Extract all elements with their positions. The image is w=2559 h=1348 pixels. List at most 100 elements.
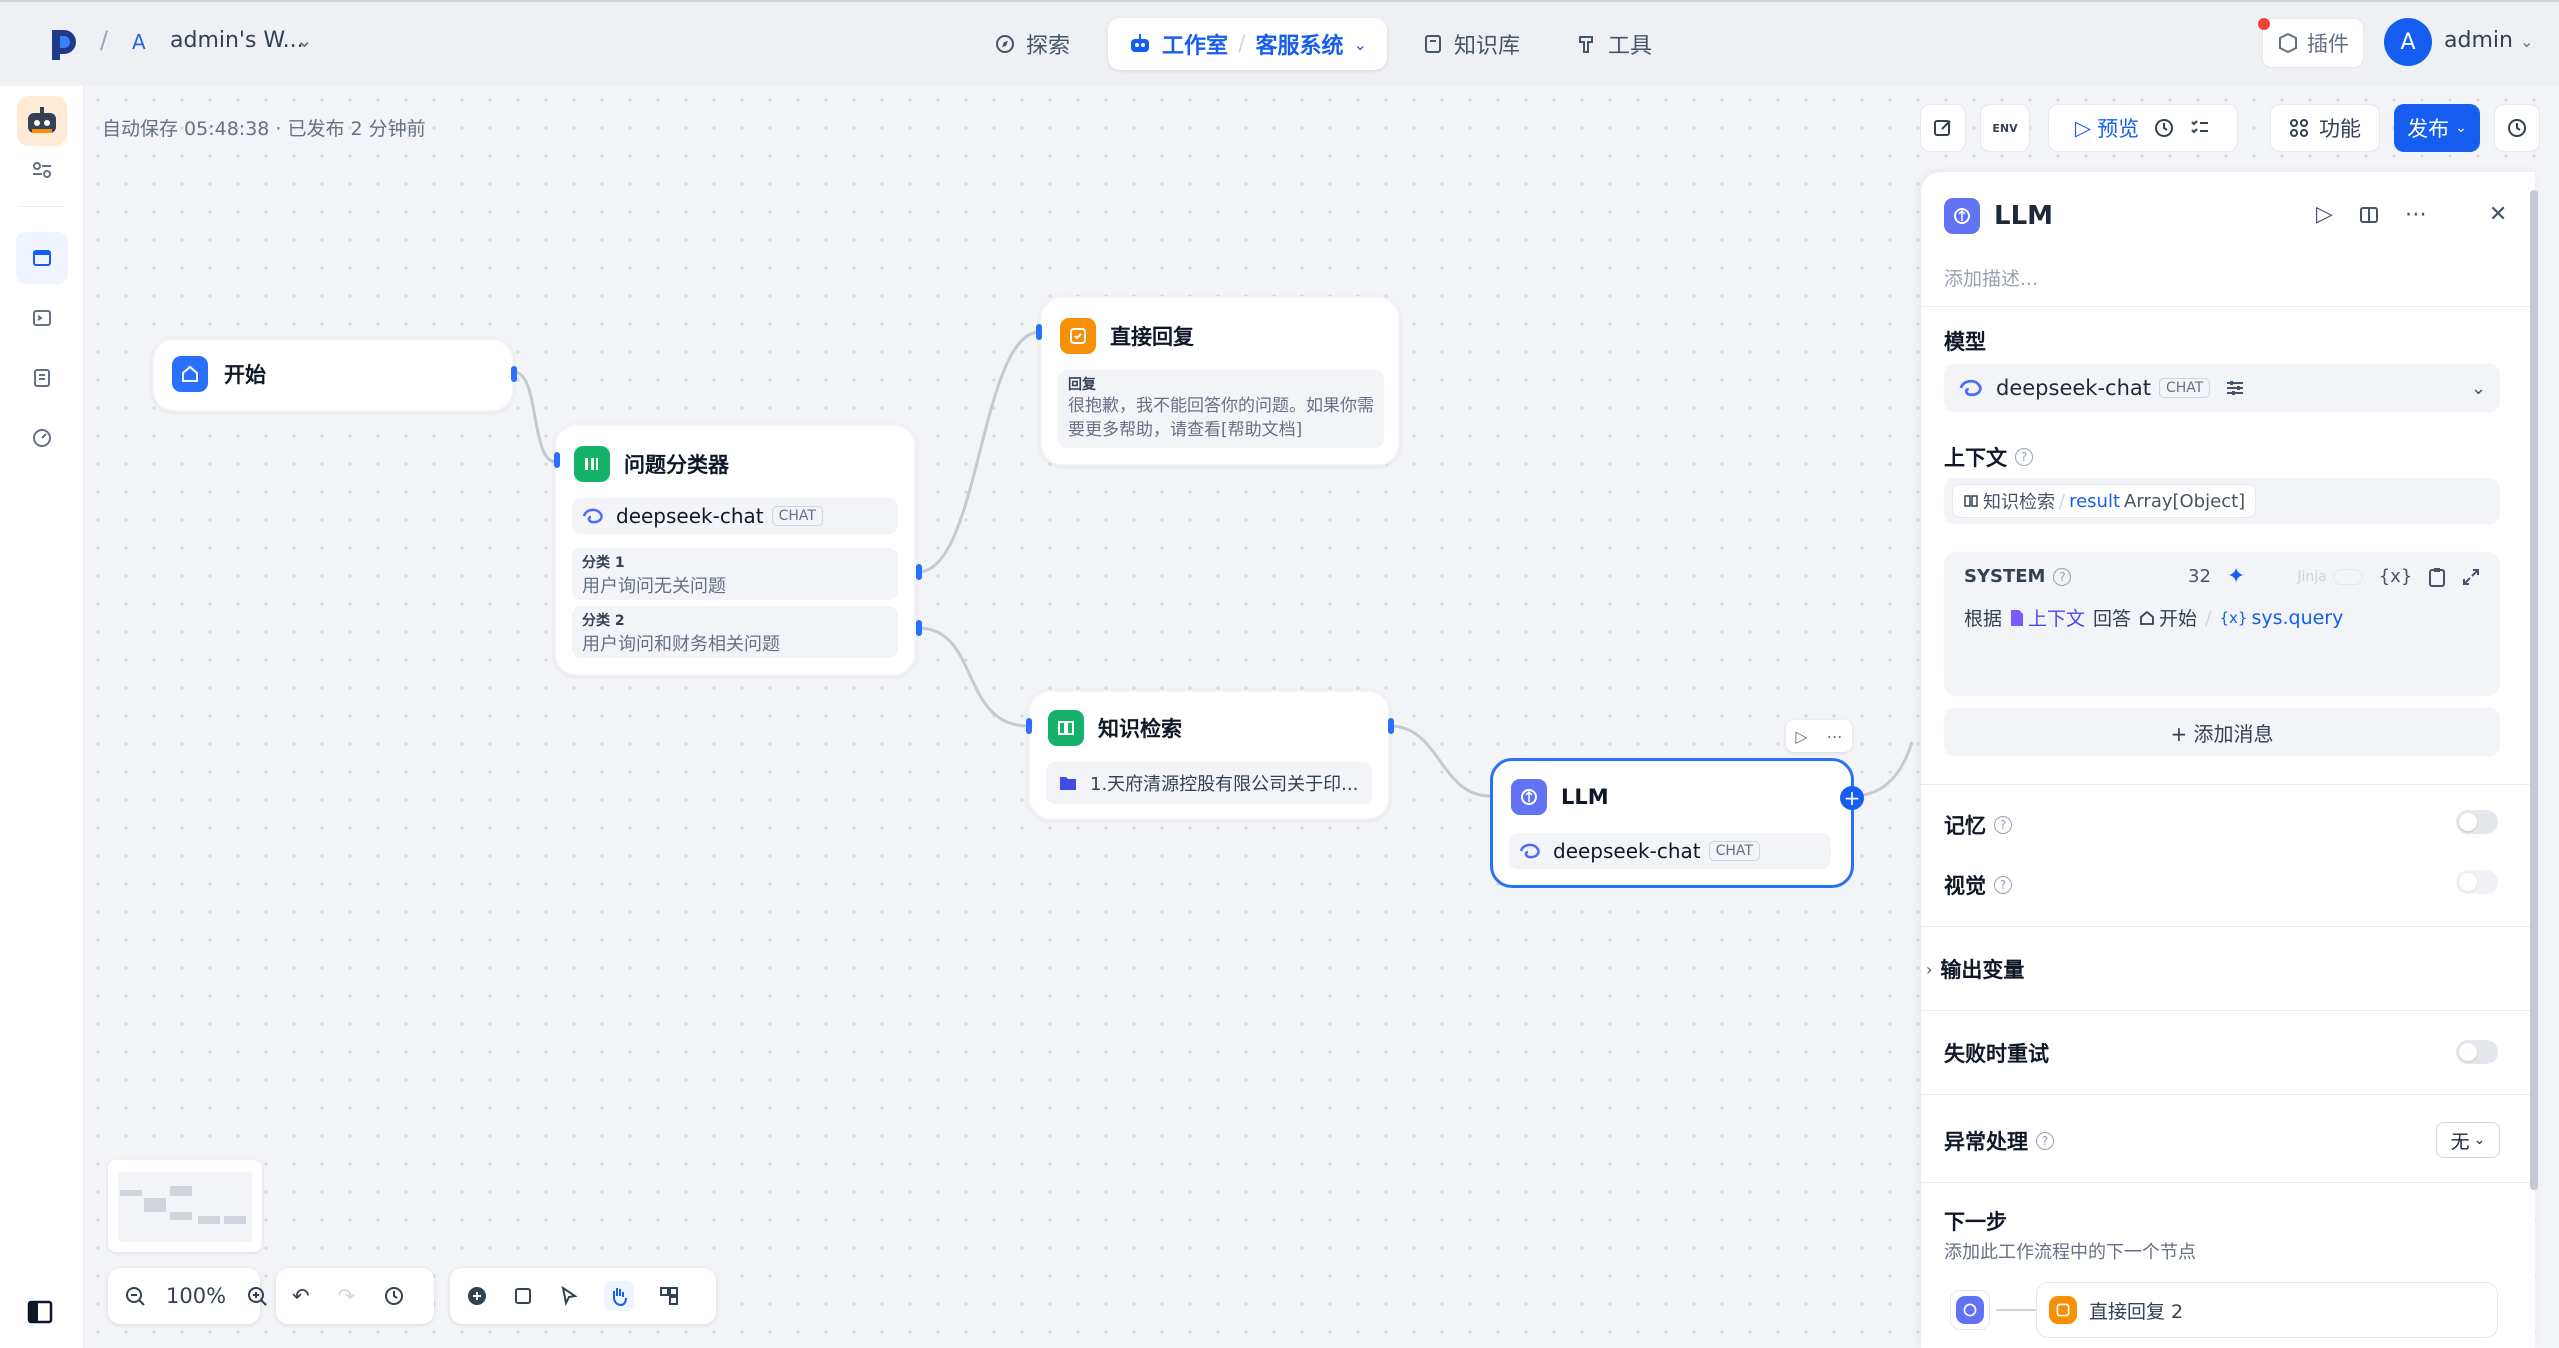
organize-blocks-icon[interactable] <box>658 1285 680 1307</box>
node-config-panel <box>1921 172 2535 1348</box>
help-icon[interactable]: ? <box>2015 448 2033 466</box>
current-node-icon <box>1950 1290 1990 1330</box>
run-node-icon[interactable]: ▷ <box>2316 202 2333 227</box>
node-classifier-title: 问题分类器 <box>624 453 729 477</box>
prompt-text-2: 回答 <box>2093 608 2132 630</box>
next-step-label: 下一步 <box>1944 1210 2007 1234</box>
minimap[interactable] <box>108 1160 262 1252</box>
sliders-icon[interactable] <box>2224 377 2246 399</box>
panel-title[interactable]: LLM <box>1994 201 2053 231</box>
answer-text: 很抱歉，我不能回答你的问题。如果你需要更多帮助，请查看[帮助文档] <box>1068 396 1374 440</box>
node-start-title: 开始 <box>224 363 266 387</box>
help-icon[interactable]: ? <box>2036 1132 2054 1150</box>
system-prompt-editor[interactable]: SYSTEM ? 32 ✦ Jinja {x} 根据 上下文 回答 开始 / {… <box>1944 552 2500 696</box>
chevron-right-icon: › <box>1926 959 1933 979</box>
vision-toggle[interactable] <box>2456 870 2498 894</box>
apps-icon <box>2289 118 2309 138</box>
node-retrieval-target-handle[interactable] <box>1026 718 1032 734</box>
context-field[interactable]: 知识检索 / result Array[Object] <box>1944 478 2500 524</box>
node-answer-target-handle[interactable] <box>1036 324 1042 340</box>
hand-icon[interactable] <box>604 1281 634 1311</box>
error-handling-select[interactable]: 无 ⌄ <box>2436 1122 2500 1158</box>
play-icon[interactable]: ▷ <box>1795 727 1807 746</box>
node-start[interactable]: 开始 <box>152 338 514 412</box>
output-variables-row[interactable]: › 输出变量 <box>1926 954 2024 984</box>
retry-toggle[interactable] <box>2456 1040 2498 1064</box>
version-history-icon[interactable] <box>2494 104 2540 152</box>
publish-button[interactable]: 发布 ⌄ <box>2394 104 2480 152</box>
prompt-var-ref[interactable]: sys.query <box>2251 607 2343 629</box>
model-name: deepseek-chat <box>616 504 764 528</box>
node-classifier-model: deepseek-chat CHAT <box>572 498 898 534</box>
model-selector[interactable]: deepseek-chat CHAT ⌄ <box>1944 364 2500 412</box>
node-retrieval-source-handle[interactable] <box>1388 718 1394 734</box>
memory-row: 记忆 ? <box>1944 810 2012 840</box>
scrollbar-thumb[interactable] <box>2530 190 2538 1190</box>
add-note-icon[interactable] <box>512 1285 534 1307</box>
help-icon[interactable]: ? <box>1994 876 2012 894</box>
preview-toolbar: ▷ 预览 <box>2048 104 2238 152</box>
home-icon <box>172 356 208 392</box>
node-question-classifier[interactable]: 问题分类器 deepseek-chat CHAT 分类 1 用户询问无关问题 分… <box>554 424 916 676</box>
model-name: deepseek-chat <box>1553 839 1701 863</box>
expand-icon[interactable] <box>2462 568 2480 586</box>
node-direct-reply[interactable]: 直接回复 回复 很抱歉，我不能回答你的问题。如果你需要更多帮助，请查看[帮助文档… <box>1040 296 1400 466</box>
context-label-row: 上下文 ? <box>1944 442 2033 472</box>
undo-icon[interactable]: ↶ <box>292 1284 310 1308</box>
zoom-in-icon[interactable] <box>246 1285 268 1307</box>
help-icon[interactable]: ? <box>2053 567 2072 586</box>
node-llm-actions: ▷ ⋯ <box>1786 720 1852 752</box>
clipboard-icon[interactable] <box>2428 567 2446 587</box>
description-input[interactable]: 添加描述... <box>1944 264 2038 291</box>
more-icon[interactable]: ⋯ <box>1827 727 1843 746</box>
context-variable[interactable]: 知识检索 / result Array[Object] <box>1952 484 2257 518</box>
play-icon: ▷ <box>2074 116 2092 140</box>
llm-icon <box>1944 198 1980 234</box>
help-icon[interactable]: ? <box>1994 816 2012 834</box>
node-start-source-handle[interactable] <box>511 366 517 382</box>
run-history-icon[interactable] <box>2153 117 2175 139</box>
checklist-icon[interactable] <box>2189 117 2211 139</box>
system-prompt-header: SYSTEM ? <box>1964 566 2072 587</box>
features-button[interactable]: 功能 <box>2270 104 2380 152</box>
prompt-context-ref[interactable]: 上下文 <box>2028 604 2085 631</box>
deepseek-whale-icon <box>582 507 606 525</box>
pointer-icon[interactable] <box>558 1285 580 1307</box>
chevron-down-icon: ⌄ <box>2473 1132 2486 1148</box>
add-next-node-icon[interactable]: + <box>1840 786 1864 810</box>
context-type: Array[Object] <box>2124 490 2246 512</box>
more-icon[interactable]: ⋯ <box>2405 202 2427 227</box>
error-handling-label: 异常处理 <box>1944 1130 2028 1154</box>
context-source: 知识检索 <box>1983 492 2055 513</box>
memory-toggle[interactable] <box>2456 810 2498 834</box>
error-handling-value: 无 <box>2450 1130 2470 1153</box>
add-message-button[interactable]: + 添加消息 <box>1944 708 2500 756</box>
node-knowledge-retrieval[interactable]: 知识检索 1.天府清源控股有限公司关于印... <box>1028 690 1390 820</box>
features-label: 功能 <box>2319 117 2361 141</box>
chevron-down-icon: ⌄ <box>2455 120 2467 136</box>
env-variables-button[interactable]: ENV <box>1980 104 2030 152</box>
model-tag: CHAT <box>771 506 823 526</box>
node-llm-title: LLM <box>1561 785 1609 809</box>
history-icon[interactable] <box>383 1285 405 1307</box>
zoom-level[interactable]: 100% <box>166 1284 226 1308</box>
node-answer-title: 直接回复 <box>1110 325 1194 349</box>
jinja-toggle[interactable] <box>2332 568 2363 585</box>
node-llm-model: deepseek-chat CHAT <box>1509 833 1831 869</box>
zoom-out-icon[interactable] <box>124 1285 146 1307</box>
checklist-share-icon[interactable] <box>1920 104 1966 152</box>
node-llm[interactable]: LLM deepseek-chat CHAT <box>1490 758 1854 888</box>
prompt-node-ref: 开始 <box>2159 608 2198 630</box>
close-icon[interactable]: ✕ <box>2489 202 2507 227</box>
next-node-item[interactable]: 直接回复 2 <box>2036 1282 2498 1338</box>
node-classifier-target-handle[interactable] <box>554 452 560 468</box>
split-view-icon[interactable] <box>2359 205 2379 225</box>
preview-button[interactable]: ▷ 预览 <box>2075 113 2139 143</box>
panel-scrollbar[interactable] <box>2530 176 2540 1328</box>
redo-icon[interactable]: ↷ <box>338 1284 356 1308</box>
insert-variable-icon[interactable]: {x} <box>2379 566 2413 587</box>
sparkle-icon[interactable]: ✦ <box>2227 564 2245 589</box>
add-block-icon[interactable] <box>466 1285 488 1307</box>
class-1-source-handle[interactable] <box>916 564 922 580</box>
class-2-source-handle[interactable] <box>916 620 922 636</box>
